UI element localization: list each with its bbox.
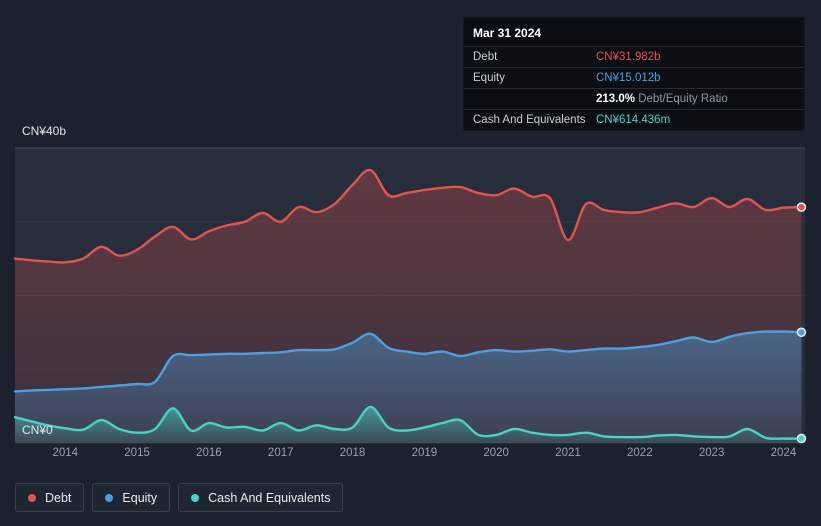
equity-legend-dot (105, 493, 114, 502)
legend: Debt Equity Cash And Equivalents (15, 483, 344, 512)
tooltip-date: Mar 31 2024 (473, 26, 542, 40)
tooltip-ratio-row: 213.0% Debt/Equity Ratio (464, 88, 804, 109)
x-tick-2018: 2018 (339, 447, 366, 459)
x-tick-2023: 2023 (698, 447, 725, 459)
tooltip-debt-row: Debt CN¥31.982b (464, 46, 804, 67)
x-tick-2021: 2021 (555, 447, 581, 459)
debt-equity-history-chart: CN¥40b CN¥0 2014 2015 2016 2017 2018 2019 2020… (0, 0, 821, 526)
x-tick-2019: 2019 (411, 447, 438, 459)
x-tick-2020: 2020 (483, 447, 509, 459)
tooltip-ratio-value: 213.0% Debt/Equity Ratio (596, 93, 728, 105)
equity-legend-label: Equity (122, 490, 158, 505)
tooltip-equity-label: Equity (473, 72, 505, 84)
x-tick-2016: 2016 (196, 447, 222, 459)
tooltip-cash-row: Cash And Equivalents CN¥614.436m (464, 109, 804, 130)
tooltip-equity-row: Equity CN¥15.012b (464, 67, 804, 88)
chart-svg (13, 147, 807, 444)
tooltip-equity-value: CN¥15.012b (596, 72, 661, 84)
debt-legend-dot (28, 493, 36, 502)
cash-legend-label: Cash And Equivalents (208, 490, 331, 505)
x-tick-2024: 2024 (770, 447, 797, 459)
tooltip-cash-value: CN¥614.436m (596, 114, 671, 126)
equity-end-marker[interactable] (796, 327, 807, 338)
legend-item-debt[interactable]: Debt (15, 483, 85, 512)
tooltip-debt-label: Debt (473, 51, 498, 63)
cash-legend-dot (191, 493, 200, 502)
x-axis: 2014 2015 2016 2017 2018 2019 2020 2021 2022 2023… (0, 447, 821, 463)
legend-item-equity[interactable]: Equity (92, 483, 171, 512)
debt-end-marker[interactable] (796, 202, 807, 212)
tooltip-cash-label: Cash And Equivalents (473, 114, 586, 126)
y-axis-max-label: CN¥40b (22, 124, 67, 138)
x-tick-2015: 2015 (124, 447, 150, 459)
tooltip-debt-value: CN¥31.982b (596, 51, 661, 63)
tooltip-ratio-label: Debt/Equity Ratio (638, 93, 728, 105)
x-tick-2017: 2017 (267, 447, 294, 459)
cash-and-equivalents-end-marker[interactable] (796, 433, 807, 444)
debt-legend-label: Debt (45, 490, 72, 505)
x-tick-2014: 2014 (52, 447, 79, 459)
plot-area[interactable] (13, 147, 807, 444)
legend-item-cash[interactable]: Cash And Equivalents (178, 483, 344, 512)
chart-tooltip: Mar 31 2024 Debt CN¥31.982b Equity CN¥15… (463, 17, 805, 131)
x-tick-2022: 2022 (627, 447, 653, 459)
y-axis-zero-label: CN¥0 (22, 423, 53, 437)
